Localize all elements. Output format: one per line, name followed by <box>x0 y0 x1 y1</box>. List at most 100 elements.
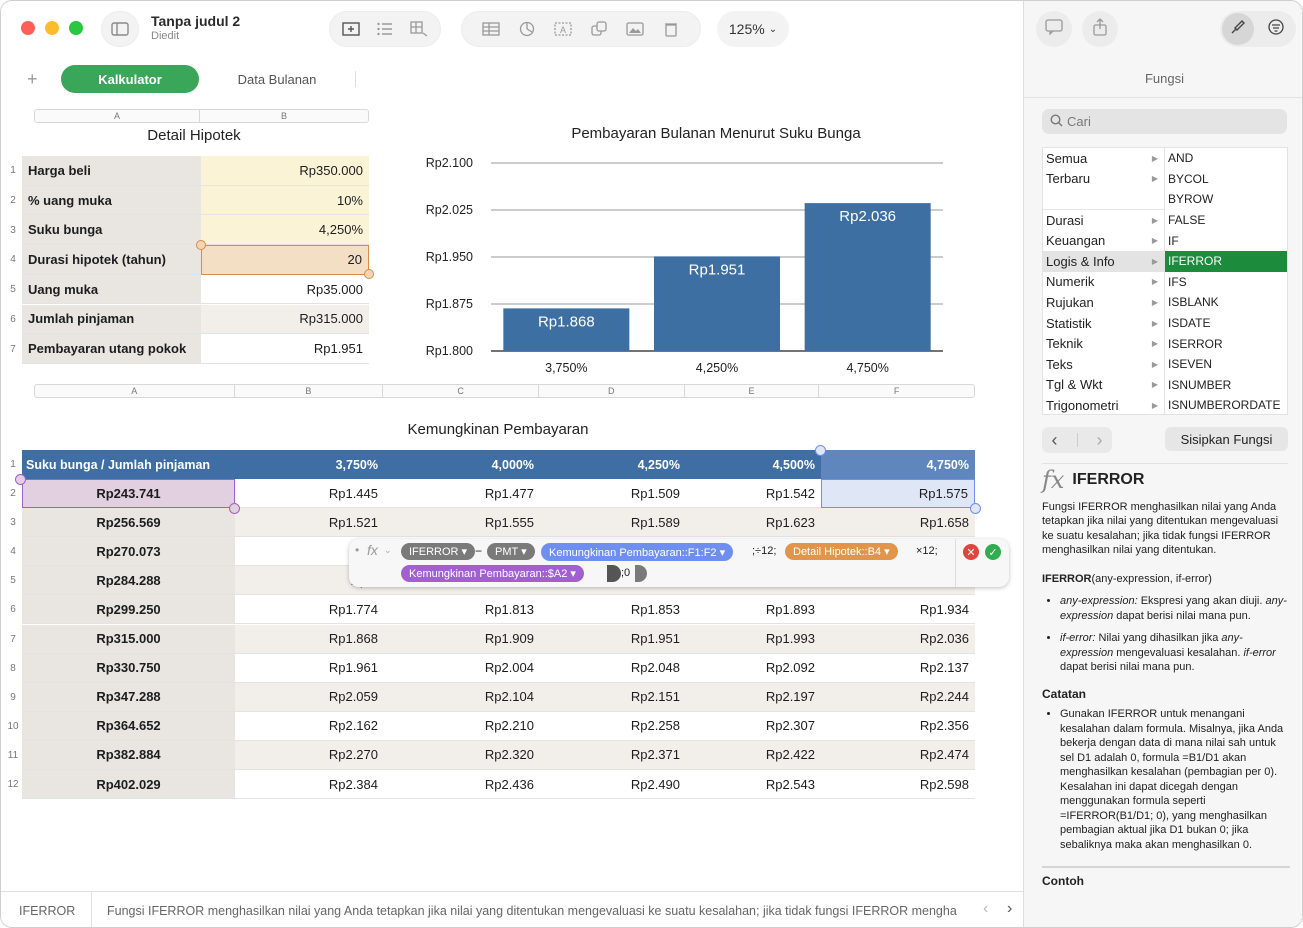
share-button[interactable] <box>1082 11 1118 47</box>
row-number[interactable]: 4 <box>4 537 22 566</box>
loan-amount-cell[interactable]: Rp270.073 <box>22 537 235 567</box>
payment-cell[interactable]: Rp1.868 <box>235 624 384 654</box>
chart-title[interactable]: Pembayaran Bulanan Menurut Suku Bunga <box>489 125 943 142</box>
header-cell[interactable]: 4,500% <box>686 450 821 479</box>
payment-cell[interactable]: Rp1.509 <box>540 479 686 509</box>
organize-button[interactable] <box>1260 13 1292 45</box>
row-number[interactable]: 10 <box>4 712 22 741</box>
payment-cell[interactable]: Rp2.104 <box>384 682 540 712</box>
payment-cell[interactable]: Rp1.477 <box>384 479 540 509</box>
row-number[interactable]: 3 <box>4 508 22 537</box>
table-icon[interactable] <box>480 18 502 40</box>
reference-token-f1-f2[interactable]: Kemungkinan Pembayaran::F1:F2 ▾ <box>541 543 734 561</box>
bar-chart[interactable]: Rp2.100 Rp2.025 Rp1.950 Rp1.875 Rp1.800 Rp1.8… <box>411 149 971 381</box>
header-cell[interactable]: 4,250% <box>540 450 686 479</box>
cancel-formula-icon[interactable]: ✕ <box>963 544 979 560</box>
row-number[interactable]: 5 <box>4 566 22 595</box>
row-number[interactable]: 1 <box>4 156 22 186</box>
column-a[interactable]: A <box>35 385 235 397</box>
payment-cell[interactable]: Rp2.151 <box>540 682 686 712</box>
selection-handle[interactable] <box>970 503 981 514</box>
row-number[interactable]: 12 <box>4 770 22 799</box>
payment-cell[interactable]: Rp2.490 <box>540 770 686 800</box>
selection-handle[interactable] <box>15 474 26 485</box>
row-number[interactable]: 4 <box>4 245 22 275</box>
function-item[interactable]: BYROW <box>1165 189 1287 210</box>
row-number[interactable]: 7 <box>4 625 22 654</box>
payment-cell[interactable]: Rp1.893 <box>686 595 821 625</box>
reference-token-b4[interactable]: Detail Hipotek::B4 ▾ <box>785 543 898 560</box>
selection-handle[interactable] <box>196 240 206 250</box>
function-search-input[interactable]: Cari <box>1042 109 1287 134</box>
category-item[interactable]: Numerik ▶ <box>1043 272 1164 293</box>
function-item[interactable]: ISERROR <box>1165 333 1287 354</box>
row-number[interactable]: 3 <box>4 215 22 245</box>
function-item[interactable]: ISDATE <box>1165 313 1287 334</box>
function-item[interactable]: IF <box>1165 230 1287 251</box>
column-d[interactable]: D <box>539 385 685 397</box>
mortgage-label-cell[interactable]: Harga beli <box>22 156 201 186</box>
mortgage-label-cell[interactable]: Pembayaran utang pokok <box>22 334 201 364</box>
mortgage-label-cell[interactable]: Jumlah pinjaman <box>22 304 201 335</box>
category-item[interactable]: Teks ▶ <box>1043 354 1164 375</box>
payment-cell[interactable]: Rp2.162 <box>235 711 384 741</box>
back-button[interactable]: ‹ <box>1052 430 1058 451</box>
add-table-icon[interactable] <box>341 18 361 40</box>
payment-cell[interactable]: Rp2.474 <box>821 740 975 770</box>
column-c[interactable]: C <box>383 385 539 397</box>
loan-amount-cell[interactable]: Rp364.652 <box>22 711 235 741</box>
loan-amount-cell[interactable]: Rp330.750 <box>22 653 235 683</box>
payment-cell[interactable]: Rp1.589 <box>540 508 686 538</box>
loan-amount-cell[interactable]: Rp243.741 <box>22 479 235 509</box>
function-item[interactable]: ISNUMBERORDATE <box>1165 395 1287 416</box>
comment-button[interactable] <box>1036 11 1072 47</box>
payment-cell[interactable]: Rp2.036 <box>821 624 975 654</box>
mortgage-table-title[interactable]: Detail Hipotek <box>34 127 354 144</box>
selection-handle[interactable] <box>229 503 240 514</box>
payment-cell[interactable]: Rp1.853 <box>540 595 686 625</box>
mortgage-label-cell[interactable]: Suku bunga <box>22 215 201 246</box>
mortgage-value-cell[interactable]: Rp315.000 <box>201 304 369 335</box>
mortgage-value-cell[interactable]: Rp1.951 <box>201 334 369 364</box>
category-item[interactable]: Tgl & Wkt ▶ <box>1043 375 1164 396</box>
row-number[interactable]: 2 <box>4 186 22 216</box>
function-token-iferror[interactable]: IFERROR ▾ <box>401 543 476 560</box>
reference-token-a2[interactable]: Kemungkinan Pembayaran::$A2 ▾ <box>401 565 584 582</box>
formula-editor[interactable]: • fx ⌄ IFERROR ▾ − PMT ▾ Kemungkinan Pem… <box>349 539 1009 587</box>
close-window-button[interactable] <box>21 21 35 35</box>
header-cell[interactable]: 4,000% <box>384 450 540 479</box>
payment-cell[interactable]: Rp2.244 <box>821 682 975 712</box>
column-b[interactable]: B <box>235 385 384 397</box>
row-number[interactable]: 5 <box>4 275 22 305</box>
comment-bin-icon[interactable] <box>660 18 682 40</box>
loan-amount-cell[interactable]: Rp299.250 <box>22 595 235 625</box>
tab-data-bulanan[interactable]: Data Bulanan <box>217 65 337 93</box>
payment-cell[interactable]: Rp2.092 <box>686 653 821 683</box>
loan-amount-cell[interactable]: Rp402.029 <box>22 770 235 800</box>
chart-icon[interactable] <box>516 18 538 40</box>
insert-function-button[interactable]: Sisipkan Fungsi <box>1165 427 1288 451</box>
payment-cell[interactable]: Rp1.961 <box>235 653 384 683</box>
payment-cell[interactable]: Rp2.356 <box>821 711 975 741</box>
header-cell[interactable]: Suku bunga / Jumlah pinjaman <box>22 450 235 479</box>
column-f[interactable]: F <box>819 385 974 397</box>
loan-amount-cell[interactable]: Rp382.884 <box>22 740 235 770</box>
row-number[interactable]: 9 <box>4 683 22 712</box>
mortgage-label-cell[interactable]: % uang muka <box>22 185 201 216</box>
payment-cell[interactable]: Rp1.623 <box>686 508 821 538</box>
loan-amount-cell[interactable]: Rp315.000 <box>22 624 235 654</box>
shape-icon[interactable] <box>588 18 610 40</box>
payment-cell[interactable]: Rp1.813 <box>384 595 540 625</box>
category-item[interactable]: Keuangan ▶ <box>1043 230 1164 251</box>
zoom-menu[interactable]: 125% ⌄ <box>717 11 789 47</box>
payment-cell[interactable]: Rp2.307 <box>686 711 821 741</box>
payments-table-title[interactable]: Kemungkinan Pembayaran <box>21 421 975 438</box>
payment-cell[interactable]: Rp1.934 <box>821 595 975 625</box>
payment-cell[interactable]: Rp1.909 <box>384 624 540 654</box>
header-cell[interactable]: 3,750% <box>235 450 384 479</box>
payment-cell[interactable]: Rp2.422 <box>686 740 821 770</box>
header-cell[interactable]: 4,750% <box>821 450 975 479</box>
accept-formula-icon[interactable]: ✓ <box>985 544 1001 560</box>
payment-cell[interactable]: Rp2.320 <box>384 740 540 770</box>
category-item[interactable]: Logis & Info ▶ <box>1043 250 1164 272</box>
